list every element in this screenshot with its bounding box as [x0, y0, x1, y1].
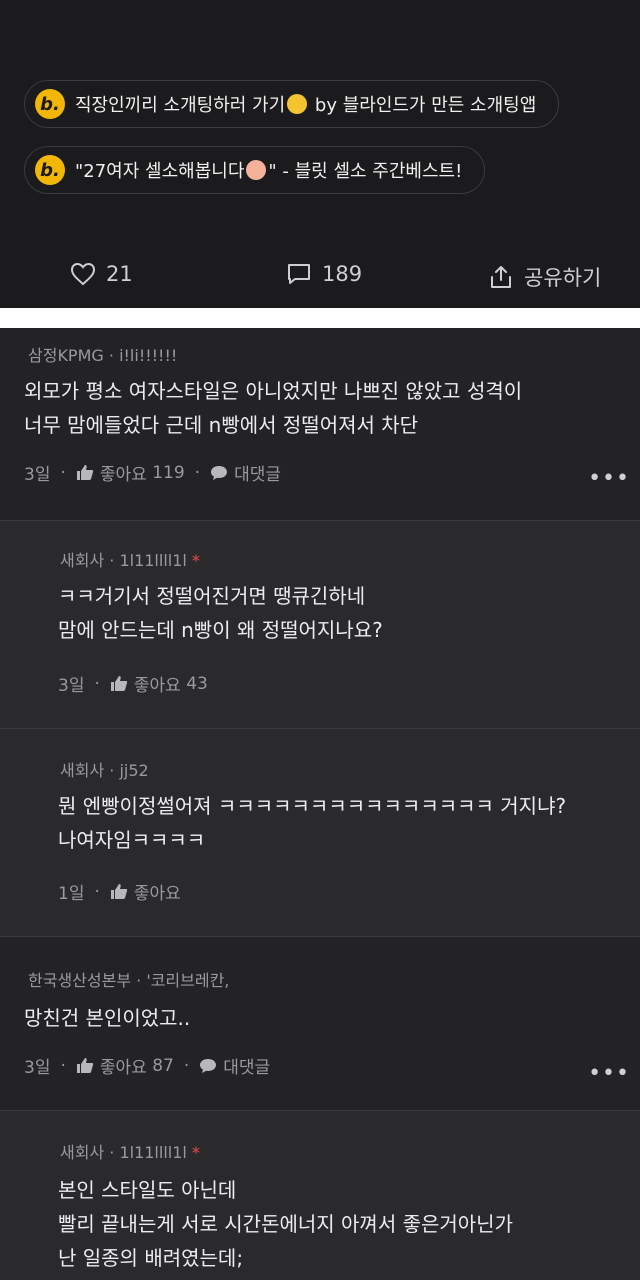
comment-time: 3일: [24, 465, 51, 485]
reply-item: 새회사 · 1l11llll1l * 본인 스타일도 아닌데 빨리 끝내는게 서…: [0, 1111, 640, 1280]
comment-author[interactable]: 한국생산성본부 · '코리브레칸,: [28, 967, 229, 991]
comment-list: 삼정KPMG · i!li!!!!!! 외모가 평소 여자스타일은 아니었지만 …: [0, 328, 640, 1280]
comment-time: 3일: [58, 676, 85, 696]
reply-button[interactable]: 대댓글: [234, 460, 281, 485]
like-button[interactable]: 21: [70, 262, 133, 286]
company-name: 새회사: [60, 761, 105, 780]
screenshot-divider: [0, 308, 640, 328]
nickname: '코리브레칸,: [146, 971, 230, 990]
reply-item: 새회사 · 1l11llll1l * ㅋㅋ거기서 정떨어진거면 땡큐긴하네 맘에…: [0, 521, 640, 728]
blind-logo-icon: b.: [35, 155, 65, 185]
company-name: 한국생산성본부: [28, 971, 132, 990]
like-count: 43: [186, 673, 208, 694]
nickname: 1l11llll1l: [119, 551, 187, 570]
like-label[interactable]: 좋아요: [134, 671, 181, 696]
comment-body: 망친건 본인이었고..: [24, 1001, 190, 1035]
speech-bubble-icon[interactable]: [210, 465, 228, 481]
comment-body: ㅋㅋ거기서 정떨어진거면 땡큐긴하네 맘에 안드는데 n빵이 왜 정떨어지나요?: [58, 579, 383, 647]
author-star-icon: *: [191, 551, 200, 570]
share-button[interactable]: 공유하기: [488, 262, 601, 292]
comment-body: 뭔 엔빵이정썰어져 ㅋㅋㅋㅋㅋㅋㅋㅋㅋㅋㅋㅋㅋㅋㅋ 거지냐? 나여자임ㅋㅋㅋㅋ: [58, 789, 566, 857]
comment-author[interactable]: 삼정KPMG · i!li!!!!!!: [28, 342, 177, 366]
comment-line: 빨리 끝내는게 서로 시간돈에너지 아껴서 좋은거아닌가: [58, 1212, 513, 1236]
comment-line: ㅋㅋ거기서 정떨어진거면 땡큐긴하네: [58, 584, 366, 608]
comment-footer: 3일 · 좋아요 43: [58, 671, 208, 697]
comment-time: 1일: [58, 884, 85, 904]
comment-item: 삼정KPMG · i!li!!!!!! 외모가 평소 여자스타일은 아니었지만 …: [0, 328, 640, 520]
more-options-icon[interactable]: •••: [588, 1061, 630, 1086]
company-name: 새회사: [60, 551, 105, 570]
thumbs-up-icon[interactable]: [110, 675, 128, 692]
comment-line: 외모가 평소 여자스타일은 아니었지만 나쁘진 않았고 성격이: [24, 379, 523, 403]
comment-body: 본인 스타일도 아닌데 빨리 끝내는게 서로 시간돈에너지 아껴서 좋은거아닌가…: [58, 1173, 513, 1275]
comment-line: 맘에 안드는데 n빵이 왜 정떨어지나요?: [58, 618, 383, 642]
like-label[interactable]: 좋아요: [100, 460, 147, 485]
comment-count: 189: [322, 262, 363, 286]
comment-line: 나여자임ㅋㅋㅋㅋ: [58, 828, 206, 852]
comment-time: 3일: [24, 1058, 51, 1078]
yellow-heart-icon: [287, 94, 308, 114]
company-name: 새회사: [60, 1143, 105, 1162]
like-count: 21: [106, 262, 133, 286]
comment-author[interactable]: 새회사 · jj52: [60, 757, 149, 781]
comment-icon: [288, 264, 310, 284]
reply-item: 새회사 · jj52 뭔 엔빵이정썰어져 ㅋㅋㅋㅋㅋㅋㅋㅋㅋㅋㅋㅋㅋㅋㅋ 거지냐…: [0, 729, 640, 936]
promo-link-weekly-best[interactable]: b. "27여자 셀소해봅니다 " - 블릿 셀소 주간베스트!: [24, 146, 486, 194]
thumbs-up-icon[interactable]: [76, 1057, 94, 1074]
nickname: jj52: [119, 761, 149, 780]
heart-icon: [70, 262, 96, 286]
share-label: 공유하기: [524, 266, 602, 290]
promo-text-part2: " - 블릿 셀소 주간베스트!: [268, 161, 463, 182]
comment-body: 외모가 평소 여자스타일은 아니었지만 나쁘진 않았고 성격이 너무 맘에들었다…: [24, 374, 522, 442]
comment-item: 한국생산성본부 · '코리브레칸, 망친건 본인이었고.. 3일 · 좋아요 8…: [0, 937, 640, 1110]
like-count: 87: [152, 1055, 174, 1076]
comment-author[interactable]: 새회사 · 1l11llll1l *: [60, 547, 200, 571]
reply-button[interactable]: 대댓글: [223, 1053, 270, 1078]
share-icon: [491, 266, 511, 288]
like-count: 119: [152, 462, 185, 483]
company-name: 삼정KPMG: [28, 346, 104, 365]
comment-footer: 1일 · 좋아요: [58, 879, 181, 905]
comment-line: 뭔 엔빵이정썰어져 ㅋㅋㅋㅋㅋㅋㅋㅋㅋㅋㅋㅋㅋㅋㅋ 거지냐?: [58, 794, 567, 818]
comment-line: 망친건 본인이었고..: [24, 1006, 191, 1030]
comment-line: 본인 스타일도 아닌데: [58, 1178, 237, 1202]
nickname: 1l11llll1l: [119, 1143, 187, 1162]
comment-author[interactable]: 새회사 · 1l11llll1l *: [60, 1139, 200, 1163]
comment-button[interactable]: 189: [286, 262, 362, 286]
author-star-icon: *: [191, 1143, 200, 1162]
thumbs-up-icon[interactable]: [110, 883, 128, 900]
comment-footer: 3일 · 좋아요 119 · 대댓글: [24, 460, 281, 486]
thumbs-up-icon[interactable]: [76, 464, 94, 481]
promo-link-dating-app[interactable]: b. 직장인끼리 소개팅하러 가기 by 블라인드가 만든 소개팅앱: [24, 80, 560, 128]
speech-bubble-icon[interactable]: [199, 1058, 217, 1074]
comment-footer: 3일 · 좋아요 87 · 대댓글: [24, 1053, 270, 1079]
post-footer: b. 직장인끼리 소개팅하러 가기 by 블라인드가 만든 소개팅앱 b. "2…: [0, 0, 640, 308]
promo-text-part1: "27여자 셀소해봅니다: [75, 161, 245, 182]
person-raising-hand-icon: [246, 160, 267, 180]
promo-text-part2: by 블라인드가 만든 소개팅앱: [309, 95, 537, 116]
comment-line: 난 일종의 배려였는데;: [58, 1246, 244, 1270]
promo-text-part1: 직장인끼리 소개팅하러 가기: [75, 95, 286, 116]
like-label[interactable]: 좋아요: [100, 1053, 147, 1078]
blind-logo-icon: b.: [35, 89, 65, 119]
nickname: i!li!!!!!!: [119, 346, 178, 365]
more-options-icon[interactable]: •••: [588, 466, 630, 491]
like-label[interactable]: 좋아요: [134, 879, 181, 904]
comment-line: 너무 맘에들었다 근데 n빵에서 정떨어져서 차단: [24, 413, 419, 437]
